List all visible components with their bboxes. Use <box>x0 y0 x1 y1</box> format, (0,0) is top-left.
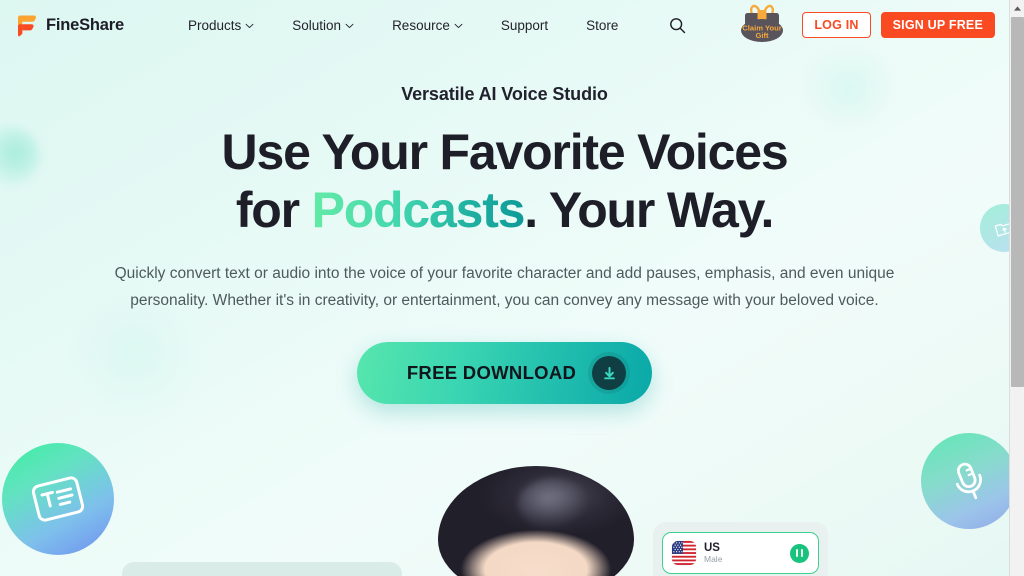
headline-highlight-word: Podcasts <box>311 182 526 238</box>
voice-meta: US Male <box>704 542 782 565</box>
nav-label-resource: Resource <box>392 17 450 33</box>
voice-gender: Male <box>704 554 723 565</box>
signup-button[interactable]: SIGN UP FREE <box>880 11 995 39</box>
hero-description: Quickly convert text or audio into the v… <box>114 265 895 309</box>
chevron-down-icon <box>454 23 463 29</box>
primary-nav: Products Solution Resource Support Store <box>169 10 692 40</box>
pause-icon <box>795 549 799 557</box>
search-button[interactable] <box>662 10 692 40</box>
login-button[interactable]: LOG IN <box>802 11 871 39</box>
nav-label-support: Support <box>500 17 549 33</box>
gift-box-icon: Claim Your Gift <box>741 4 784 42</box>
page-root: FineShare Products Solution Resource Sup… <box>0 0 1024 576</box>
logo-wordmark: FineShare <box>46 15 124 34</box>
left-preview-card <box>122 562 402 576</box>
headline-line-2-before: for <box>235 182 312 238</box>
decorative-circle-microphone <box>921 433 1017 529</box>
voice-card[interactable]: US Male <box>662 532 819 574</box>
free-download-button[interactable]: FREE DOWNLOAD <box>356 342 653 405</box>
logo-home-link[interactable]: FineShare <box>16 13 124 37</box>
voice-pause-button[interactable] <box>790 543 809 563</box>
us-flag-icon <box>672 541 696 565</box>
search-icon <box>670 17 686 33</box>
voice-name: US <box>704 541 720 554</box>
nav-label-store: Store <box>586 17 619 33</box>
header-actions: Claim Your Gift LOG IN SIGN UP FREE <box>732 2 995 48</box>
nav-item-support[interactable]: Support <box>482 12 567 39</box>
chevron-down-icon <box>345 23 354 29</box>
download-arrow-icon <box>592 356 627 391</box>
chevron-down-icon <box>245 23 254 29</box>
free-download-label: FREE DOWNLOAD <box>406 362 577 384</box>
headline-line-1: Use Your Favorite Voices <box>221 124 789 180</box>
page-title: Use Your Favorite Voices for Podcasts. Y… <box>221 123 789 239</box>
microphone-icon <box>955 462 982 500</box>
person-hair-highlight <box>518 478 590 530</box>
nav-label-solution: Solution <box>292 17 342 33</box>
voice-list-panel: US Male <box>653 522 828 576</box>
gift-badge-line2: Gift <box>756 31 770 40</box>
nav-item-products[interactable]: Products <box>169 12 273 39</box>
nav-item-resource[interactable]: Resource <box>373 12 482 39</box>
nav-label-products: Products <box>187 17 242 33</box>
site-header: FineShare Products Solution Resource Sup… <box>0 0 1009 50</box>
claim-your-gift-badge[interactable]: Claim Your Gift <box>732 2 792 48</box>
hero-section: Versatile AI Voice Studio Use Your Favor… <box>0 84 1009 405</box>
headline-line-2-after: . Your Way. <box>524 182 774 238</box>
page-scrollbar[interactable] <box>1009 0 1024 576</box>
nav-item-solution[interactable]: Solution <box>273 12 373 39</box>
scrollbar-thumb[interactable] <box>1011 17 1024 387</box>
decorative-circle-document <box>2 443 114 555</box>
scroll-up-arrow-icon[interactable] <box>1010 0 1024 16</box>
hero-person-photo <box>410 466 660 576</box>
hero-eyebrow: Versatile AI Voice Studio <box>401 84 608 104</box>
pause-icon <box>800 549 804 557</box>
text-document-icon <box>31 476 85 522</box>
nav-item-store[interactable]: Store <box>567 12 637 39</box>
fineshare-logo-icon <box>18 15 37 37</box>
